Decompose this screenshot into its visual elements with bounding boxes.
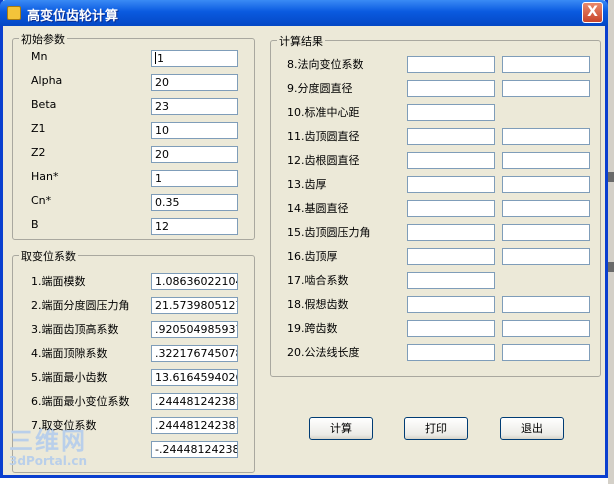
result-label: 11.齿顶圆直径 (287, 130, 360, 143)
param-input-han[interactable]: 1 (151, 170, 238, 187)
param-input-z2[interactable]: 20 (151, 146, 238, 163)
result-field-1[interactable] (407, 56, 495, 73)
result-field-1[interactable] (407, 128, 495, 145)
result-field-2[interactable] (502, 56, 590, 73)
result-label: 14.基圆直径 (287, 202, 349, 215)
result-label: 16.齿顶厚 (287, 250, 338, 263)
param-label-z2: Z2 (31, 146, 46, 159)
result-field-2[interactable] (502, 80, 590, 97)
group-title: 取变位系数 (19, 248, 78, 264)
result-label: 10.标准中心距 (287, 106, 360, 119)
print-button[interactable]: 打印 (404, 417, 468, 440)
shift-label: 7.取变位系数 (31, 419, 97, 432)
param-input-mn[interactable]: 1 (151, 50, 238, 67)
param-label-cn: Cn* (31, 194, 52, 207)
result-field-2[interactable] (502, 320, 590, 337)
result-field-1[interactable] (407, 152, 495, 169)
group-title: 计算结果 (277, 33, 325, 49)
shift-label: 1.端面模数 (31, 275, 86, 288)
shift-label: 5.端面最小齿数 (31, 371, 108, 384)
background-window-fragment (608, 172, 614, 182)
param-input-z1[interactable]: 10 (151, 122, 238, 139)
param-input-beta[interactable]: 23 (151, 98, 238, 115)
result-label: 13.齿厚 (287, 178, 327, 191)
result-field-1[interactable] (407, 344, 495, 361)
result-field-2[interactable] (502, 296, 590, 313)
param-label-mn: Mn (31, 50, 48, 63)
result-label: 17.啮合系数 (287, 274, 349, 287)
shift-value-field[interactable]: 21.57398051276 (151, 297, 238, 314)
title-bar[interactable]: 高变位齿轮计算 X (0, 0, 608, 26)
result-field-1[interactable] (407, 248, 495, 265)
result-field-1[interactable] (407, 176, 495, 193)
shift-value-field[interactable]: .3221767450781 (151, 345, 238, 362)
app-icon (7, 6, 21, 20)
param-label-b: B (31, 218, 39, 231)
background-window-fragment (608, 262, 614, 272)
shift-value-field[interactable]: 1.086360221049 (151, 273, 238, 290)
result-label: 15.齿顶圆压力角 (287, 226, 371, 239)
result-field-1[interactable] (407, 296, 495, 313)
shift-value-field[interactable]: -.244481242381 (151, 441, 238, 458)
result-field-2[interactable] (502, 128, 590, 145)
param-label-alpha: Alpha (31, 74, 63, 87)
result-field-2[interactable] (502, 248, 590, 265)
param-input-b[interactable]: 12 (151, 218, 238, 235)
gear-calc-dialog: 高变位齿轮计算 X 初始参数 取变位系数 计算结果 计算 打印 退出 三维网 3… (0, 0, 608, 478)
result-label: 8.法向变位系数 (287, 58, 364, 71)
result-field-2[interactable] (502, 344, 590, 361)
group-title: 初始参数 (19, 31, 67, 47)
close-button[interactable]: X (582, 2, 603, 23)
result-field-1[interactable] (407, 80, 495, 97)
result-field-2[interactable] (502, 224, 590, 241)
shift-value-field[interactable]: .244481242381 (151, 417, 238, 434)
result-field-1[interactable] (407, 272, 495, 289)
shift-label: 6.端面最小变位系数 (31, 395, 130, 408)
result-field-1[interactable] (407, 224, 495, 241)
watermark-url: 3dPortal.cn (9, 454, 88, 468)
result-label: 9.分度圆直径 (287, 82, 353, 95)
window-title: 高变位齿轮计算 (27, 9, 119, 24)
result-label: 12.齿根圆直径 (287, 154, 360, 167)
result-label: 20.公法线长度 (287, 346, 360, 359)
param-input-cn[interactable]: 0.35 (151, 194, 238, 211)
shift-label: 3.端面齿顶高系数 (31, 323, 119, 336)
param-label-z1: Z1 (31, 122, 46, 135)
param-label-beta: Beta (31, 98, 57, 111)
param-label-han: Han* (31, 170, 59, 183)
result-field-2[interactable] (502, 152, 590, 169)
shift-value-field[interactable]: .9205049859375 (151, 321, 238, 338)
result-field-2[interactable] (502, 176, 590, 193)
shift-value-field[interactable]: .244481242381 (151, 393, 238, 410)
shift-label: 2.端面分度圆压力角 (31, 299, 130, 312)
background-window-strip (608, 0, 614, 484)
watermark-logo: 三维网 3dPortal.cn (9, 428, 87, 468)
exit-button[interactable]: 退出 (500, 417, 564, 440)
result-label: 18.假想齿数 (287, 298, 349, 311)
result-field-1[interactable] (407, 320, 495, 337)
calculate-button[interactable]: 计算 (309, 417, 373, 440)
shift-label: 4.端面顶隙系数 (31, 347, 108, 360)
result-label: 19.跨齿数 (287, 322, 338, 335)
param-input-alpha[interactable]: 20 (151, 74, 238, 91)
result-field-2[interactable] (502, 200, 590, 217)
result-field-1[interactable] (407, 200, 495, 217)
shift-value-field[interactable]: 13.61645940267 (151, 369, 238, 386)
result-field-1[interactable] (407, 104, 495, 121)
